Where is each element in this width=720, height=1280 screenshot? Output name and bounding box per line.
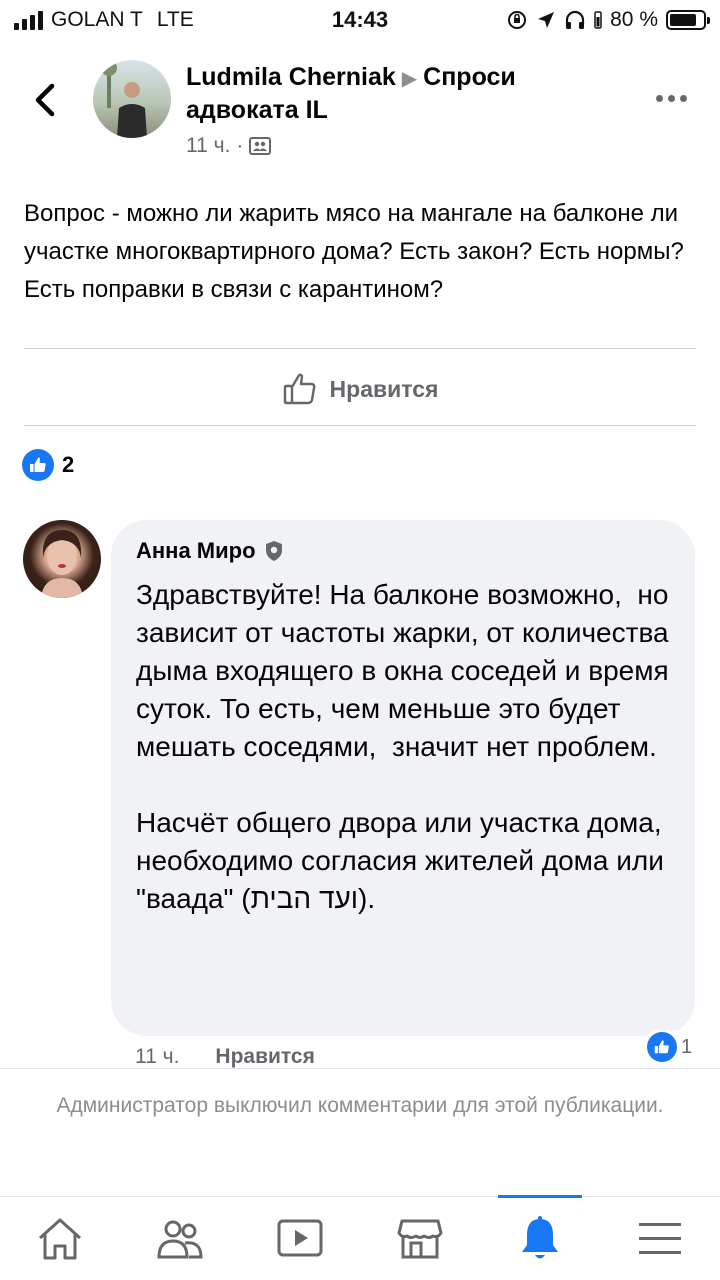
like-button[interactable]: Нравится — [0, 366, 720, 412]
headphone-battery-icon — [594, 11, 602, 29]
marketplace-icon — [397, 1219, 443, 1258]
post-time[interactable]: 11 ч. — [186, 134, 230, 158]
groups-icon — [157, 1220, 203, 1258]
tab-watch[interactable] — [240, 1197, 360, 1280]
like-reaction-icon — [22, 449, 54, 481]
comment-meta: 11 ч. Нравится — [135, 1045, 315, 1069]
group-audience-icon — [249, 137, 272, 155]
comment-bubble: Анна Миро Здравствуйте! На балконе возмо… — [111, 520, 695, 1036]
chevron-left-icon — [35, 83, 55, 117]
reaction-count: 2 — [62, 452, 75, 477]
like-reaction-icon — [647, 1032, 677, 1062]
author-avatar[interactable] — [93, 60, 171, 138]
tab-home[interactable] — [0, 1197, 120, 1280]
back-button[interactable] — [28, 80, 62, 120]
tab-marketplace[interactable] — [360, 1197, 480, 1280]
battery-icon — [666, 10, 710, 30]
more-dot-icon — [656, 94, 663, 102]
comment-reactions[interactable]: 1 — [643, 1030, 697, 1064]
menu-icon — [639, 1222, 681, 1254]
comment-time[interactable]: 11 ч. — [135, 1045, 179, 1069]
commenter-name[interactable]: Анна Миро — [136, 538, 256, 564]
tab-notifications[interactable] — [480, 1195, 600, 1280]
tab-bar — [0, 1195, 720, 1280]
battery-percent: 80 % — [610, 8, 658, 31]
post-header-title[interactable]: Ludmila Cherniak ▶ Спроси адвоката IL — [186, 62, 606, 126]
comment-like-button[interactable]: Нравится — [215, 1045, 314, 1069]
meta-separator: · — [236, 134, 244, 157]
like-label: Нравится — [329, 375, 439, 402]
divider — [24, 425, 696, 426]
more-dot-icon — [680, 94, 687, 102]
thumbs-up-icon — [283, 373, 315, 405]
badge-icon — [265, 541, 282, 561]
tab-groups[interactable] — [120, 1197, 240, 1280]
orientation-lock-icon — [508, 11, 527, 29]
post-meta: 11 ч. · — [186, 134, 272, 158]
commenter-name-row: Анна Миро — [136, 538, 671, 564]
arrow-right-icon: ▶ — [401, 68, 418, 90]
commenter-avatar[interactable] — [23, 520, 101, 598]
headphones-icon — [566, 10, 585, 29]
divider — [24, 348, 696, 349]
comment-reaction-count: 1 — [681, 1035, 693, 1058]
home-icon — [38, 1218, 82, 1259]
watch-icon — [277, 1219, 323, 1256]
tab-menu[interactable] — [600, 1197, 720, 1280]
more-dot-icon — [668, 94, 675, 102]
more-options-button[interactable] — [656, 88, 692, 108]
author-name[interactable]: Ludmila Cherniak — [186, 63, 396, 91]
location-icon — [538, 12, 555, 28]
commenter-avatar-image — [41, 530, 83, 598]
post-text: Вопрос - можно ли жарить мясо на мангале… — [24, 200, 684, 303]
notifications-icon — [522, 1215, 558, 1258]
status-bar: GOLAN T LTE 14:43 80 % — [0, 0, 720, 40]
status-right: 80 % — [506, 8, 710, 32]
author-avatar-image — [101, 60, 147, 138]
comments-disabled-notice: Администратор выключил комментарии для э… — [0, 1068, 720, 1196]
post-reactions[interactable]: 2 — [22, 449, 74, 481]
comment-text: Здравствуйте! На балконе возможно, но за… — [136, 579, 669, 914]
